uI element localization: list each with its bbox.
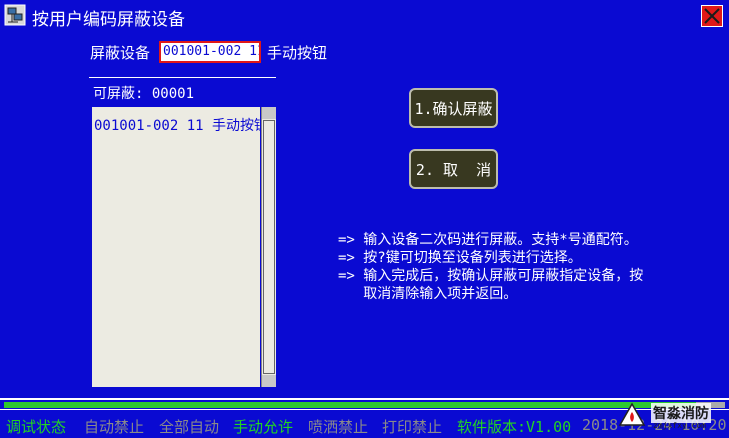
device-field-label: 屏蔽设备 xyxy=(90,44,151,62)
scroll-up-arrow-icon[interactable] xyxy=(262,107,276,119)
list-body[interactable]: 001001-002 11 手动按钮 xyxy=(92,107,268,387)
status-software-version: 软件版本:V1.00 xyxy=(457,418,572,436)
status-print-disabled: 打印禁止 xyxy=(382,418,443,436)
help-text: => 输入设备二次码进行屏蔽。支持*号通配符。 => 按?键可切换至设备列表进行… xyxy=(338,231,643,303)
list-header: 可屏蔽: 00001 xyxy=(89,77,276,107)
window-title: 按用户编码屏蔽设备 xyxy=(32,10,185,30)
status-debug: 调试状态 xyxy=(6,418,67,436)
list-header-text: 可屏蔽: 00001 xyxy=(93,86,195,102)
list-item[interactable]: 001001-002 11 手动按钮 xyxy=(94,115,268,135)
scroll-down-arrow-icon[interactable] xyxy=(262,375,276,387)
confirm-shield-button[interactable]: 1.确认屏蔽 xyxy=(409,88,498,128)
device-description: 手动按钮 xyxy=(267,44,328,62)
device-code-input[interactable]: 001001-002 11 xyxy=(159,41,261,63)
watermark-name: 智淼消防 xyxy=(651,403,711,423)
close-x-icon xyxy=(704,8,720,24)
status-manual-allowed: 手动允许 xyxy=(233,418,294,436)
cancel-button[interactable]: 2. 取 消 xyxy=(409,149,498,189)
watermark-logo: 智淼消防 zmjxfxy.com xyxy=(617,399,727,435)
list-scrollbar[interactable] xyxy=(261,107,276,387)
status-auto-disabled: 自动禁止 xyxy=(84,418,145,436)
device-listbox[interactable]: 可屏蔽: 00001 001001-002 11 手动按钮 xyxy=(89,77,276,389)
fire-logo-icon xyxy=(618,402,646,426)
help-line: => 按?键可切换至设备列表进行选择。 xyxy=(338,250,582,266)
help-line: 取消清除输入项并返回。 xyxy=(338,286,518,302)
network-computer-icon xyxy=(4,4,26,26)
status-spray-disabled: 喷洒禁止 xyxy=(308,418,369,436)
title-bar: 按用户编码屏蔽设备 xyxy=(0,0,729,32)
close-button[interactable] xyxy=(701,5,723,27)
progress-fill xyxy=(4,402,697,408)
status-all-auto: 全部自动 xyxy=(159,418,220,436)
help-line: => 输入设备二次码进行屏蔽。支持*号通配符。 xyxy=(338,232,638,248)
watermark-url: zmjxfxy.com xyxy=(653,421,706,430)
help-line: => 输入完成后，按确认屏蔽可屏蔽指定设备，按 xyxy=(338,268,644,284)
scroll-thumb[interactable] xyxy=(263,120,275,374)
